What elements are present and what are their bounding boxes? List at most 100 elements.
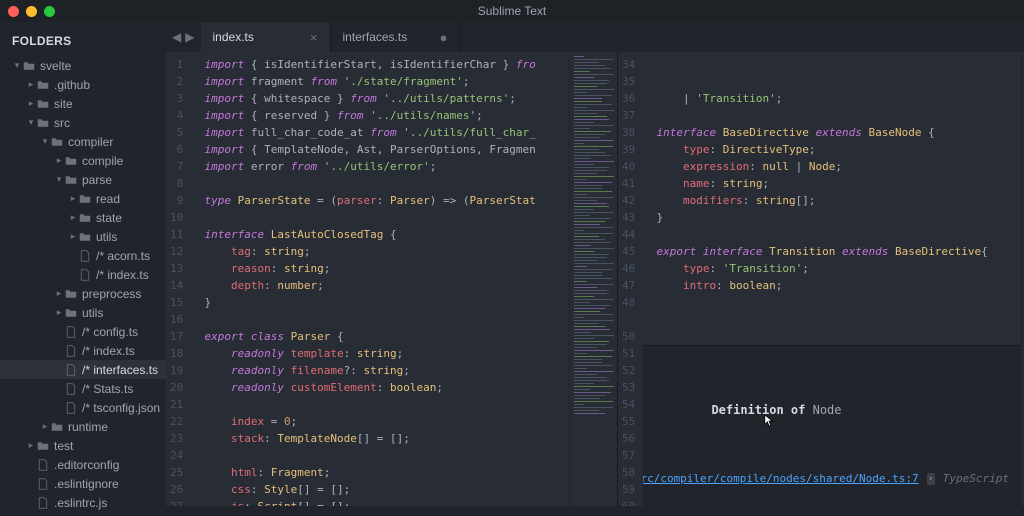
tree-item-label: compile	[82, 154, 123, 168]
editor-pane-right[interactable]: 3435363738394041424344454647485051525354…	[617, 52, 1024, 506]
folder-icon	[36, 440, 50, 452]
tab-bar: ◀ ▶ index.ts×interfaces.ts● ＋ ▾	[166, 22, 1024, 52]
folder-icon	[22, 60, 36, 72]
tree-item-label: utils	[82, 306, 103, 320]
disclosure-arrow-icon[interactable]: ▾	[40, 136, 50, 147]
file-item[interactable]: .gitattributes	[0, 512, 166, 516]
folder-item[interactable]: ▸ preprocess	[0, 284, 166, 303]
nav-forward-icon[interactable]: ▶	[185, 30, 194, 44]
editor-pane-left[interactable]: 1234567891011121314151617181920212223242…	[166, 52, 617, 506]
disclosure-arrow-icon[interactable]: ▸	[26, 440, 36, 451]
tree-item-label: runtime	[68, 420, 108, 434]
tree-item-label: /* tsconfig.json	[82, 401, 160, 415]
maximize-window-icon[interactable]	[44, 6, 55, 17]
tab-dirty-icon[interactable]: ●	[440, 30, 448, 45]
folder-item[interactable]: ▸site	[0, 94, 166, 113]
tree-item-label: preprocess	[82, 287, 141, 301]
nav-back-icon[interactable]: ◀	[172, 30, 181, 44]
folder-item[interactable]: ▸ runtime	[0, 417, 166, 436]
tab-label: index.ts	[213, 30, 254, 44]
disclosure-arrow-icon[interactable]: ▸	[68, 231, 78, 242]
tab[interactable]: index.ts ×	[201, 22, 331, 52]
folder-item[interactable]: ▸ utils	[0, 303, 166, 322]
close-window-icon[interactable]	[8, 6, 19, 17]
tree-item-label: .github	[54, 78, 90, 92]
definition-link[interactable]: src/compiler/compile/nodes/shared/Node.t…	[643, 471, 918, 487]
code-content[interactable]: import { isIdentifierStart, isIdentifier…	[191, 52, 569, 506]
code-content[interactable]: | 'Transition'; interface BaseDirective …	[643, 52, 1021, 506]
file-item[interactable]: /* config.ts	[0, 322, 166, 341]
definition-row[interactable]: c src/compiler/compile/nodes/shared/Node…	[643, 470, 1009, 488]
folder-item[interactable]: ▾src	[0, 113, 166, 132]
tab[interactable]: interfaces.ts ●	[331, 22, 461, 52]
disclosure-arrow-icon[interactable]: ▸	[40, 421, 50, 432]
tree-item-label: state	[96, 211, 122, 225]
folder-icon	[64, 155, 78, 167]
tab-history-nav[interactable]: ◀ ▶	[166, 22, 200, 52]
goto-arrow-icon[interactable]: ›	[927, 473, 935, 485]
file-item[interactable]: /* index.ts	[0, 265, 166, 284]
disclosure-arrow-icon[interactable]: ▾	[54, 174, 64, 185]
file-icon	[64, 402, 78, 414]
folder-item[interactable]: ▾svelte	[0, 56, 166, 75]
tree-item-label: compiler	[68, 135, 113, 149]
file-item[interactable]: /* index.ts	[0, 341, 166, 360]
language-label: TypeScript	[943, 471, 1009, 487]
folder-icon	[64, 288, 78, 300]
file-icon	[78, 250, 92, 262]
file-item[interactable]: /* acorn.ts	[0, 246, 166, 265]
folder-item[interactable]: ▸ state	[0, 208, 166, 227]
minimize-window-icon[interactable]	[26, 6, 37, 17]
app-title: Sublime Text	[478, 4, 546, 18]
line-gutter: 1234567891011121314151617181920212223242…	[166, 52, 191, 506]
tree-item-label: .eslintignore	[54, 477, 119, 491]
file-item[interactable]: /* interfaces.ts	[0, 360, 166, 379]
folder-icon	[50, 136, 64, 148]
tree-item-label: utils	[96, 230, 117, 244]
disclosure-arrow-icon[interactable]: ▸	[26, 98, 36, 109]
disclosure-arrow-icon[interactable]: ▸	[68, 212, 78, 223]
sidebar: FOLDERS ▾svelte▸.github▸site▾src▾compile…	[0, 22, 166, 516]
folder-item[interactable]: ▸ .github	[0, 75, 166, 94]
file-item[interactable]: .eslintignore	[0, 474, 166, 493]
file-item[interactable]: /* tsconfig.json	[0, 398, 166, 417]
folder-item[interactable]: ▾ compiler	[0, 132, 166, 151]
file-item[interactable]: .eslintrc.js	[0, 493, 166, 512]
disclosure-arrow-icon[interactable]: ▸	[68, 193, 78, 204]
folder-item[interactable]: ▸test	[0, 436, 166, 455]
tree-item-label: /* config.ts	[82, 325, 138, 339]
folder-item[interactable]: ▾ parse	[0, 170, 166, 189]
tree-item-label: .editorconfig	[54, 458, 119, 472]
tree-item-label: parse	[82, 173, 112, 187]
folder-icon	[64, 174, 78, 186]
folder-icon	[78, 212, 92, 224]
tree-item-label: /* index.ts	[82, 344, 135, 358]
file-item[interactable]: /* Stats.ts	[0, 379, 166, 398]
file-item[interactable]: .editorconfig	[0, 455, 166, 474]
folder-item[interactable]: ▸ utils	[0, 227, 166, 246]
editor-area: ◀ ▶ index.ts×interfaces.ts● ＋ ▾ 12345678…	[166, 22, 1024, 516]
folder-icon	[78, 193, 92, 205]
file-icon	[64, 383, 78, 395]
folder-icon	[50, 421, 64, 433]
horizontal-scrollbar[interactable]	[166, 506, 1024, 516]
tab-close-icon[interactable]: ×	[310, 30, 318, 45]
disclosure-arrow-icon[interactable]: ▸	[54, 307, 64, 318]
file-icon	[36, 459, 50, 471]
disclosure-arrow-icon[interactable]: ▸	[26, 79, 36, 90]
window-controls[interactable]	[8, 6, 55, 17]
line-gutter: 3435363738394041424344454647485051525354…	[618, 52, 643, 506]
disclosure-arrow-icon[interactable]: ▾	[26, 117, 36, 128]
disclosure-arrow-icon[interactable]: ▾	[12, 60, 22, 71]
disclosure-arrow-icon[interactable]: ▸	[54, 288, 64, 299]
goto-definition-panel[interactable]: Definition of Node c src/compiler/compil…	[643, 345, 1021, 506]
folder-item[interactable]: ▸read	[0, 189, 166, 208]
file-icon	[64, 345, 78, 357]
minimap[interactable]	[569, 52, 617, 506]
tree-item-label: .eslintrc.js	[54, 496, 107, 510]
file-icon	[36, 478, 50, 490]
folder-tree[interactable]: ▾svelte▸.github▸site▾src▾compiler▸compil…	[0, 56, 166, 516]
tab-label: interfaces.ts	[343, 30, 408, 44]
disclosure-arrow-icon[interactable]: ▸	[54, 155, 64, 166]
folder-item[interactable]: ▸ compile	[0, 151, 166, 170]
